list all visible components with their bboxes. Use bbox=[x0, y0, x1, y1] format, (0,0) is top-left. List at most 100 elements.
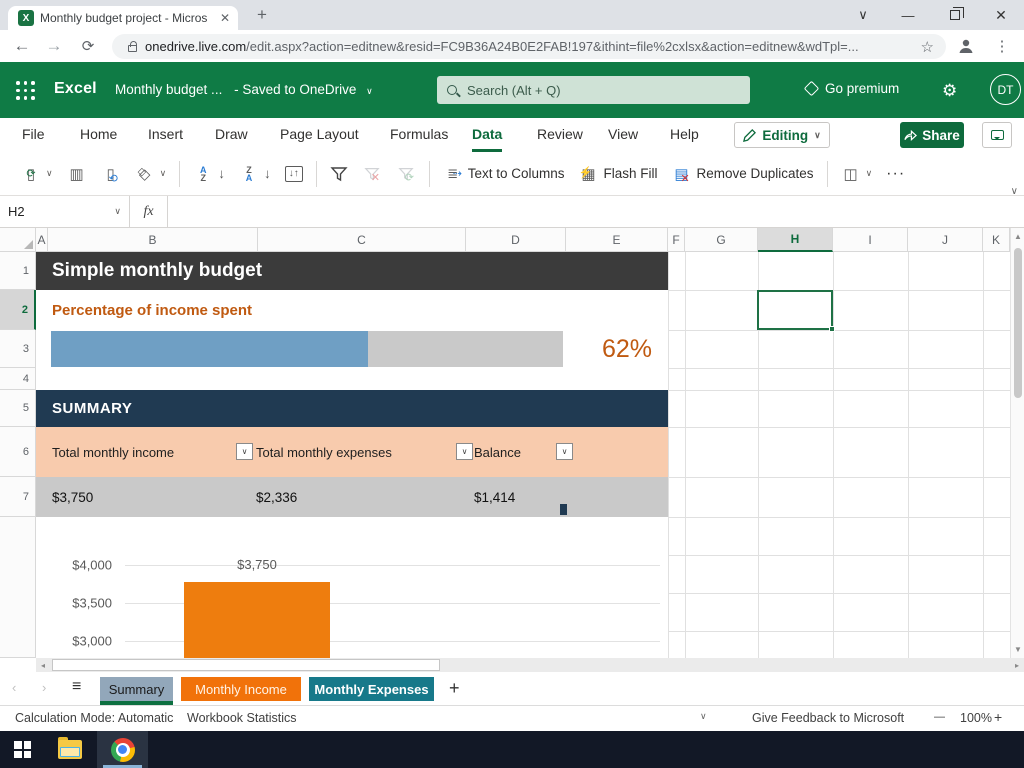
new-tab-button[interactable]: + bbox=[248, 0, 276, 30]
share-button[interactable]: Share bbox=[900, 122, 964, 148]
percentage-value-cell[interactable]: 62% bbox=[596, 330, 658, 368]
tab-file[interactable]: File bbox=[22, 118, 45, 152]
app-name[interactable]: Excel bbox=[54, 80, 97, 98]
document-title[interactable]: Monthly budget ... - Saved to OneDrive ∨ bbox=[115, 82, 373, 97]
give-feedback[interactable]: Give Feedback to Microsoft bbox=[752, 711, 904, 725]
tab-page-layout[interactable]: Page Layout bbox=[280, 118, 359, 152]
start-button[interactable] bbox=[14, 741, 31, 758]
zoom-out-icon[interactable]: — bbox=[934, 711, 945, 723]
workbook-links-button[interactable]: ▯ ⟲ bbox=[94, 157, 128, 191]
col-header-i[interactable]: I bbox=[833, 228, 908, 252]
value-income-cell[interactable]: $3,750 bbox=[52, 477, 93, 517]
row-header-6[interactable]: 6 bbox=[0, 427, 36, 477]
minimize-icon[interactable]: — bbox=[891, 0, 925, 30]
all-sheets-icon[interactable]: ≡ bbox=[72, 678, 81, 696]
zoom-in-icon[interactable]: + bbox=[994, 709, 1002, 725]
vertical-scroll-thumb[interactable] bbox=[1014, 248, 1022, 398]
col-header-j[interactable]: J bbox=[908, 228, 983, 252]
tab-data[interactable]: Data bbox=[472, 118, 503, 152]
summary-banner-cell[interactable]: SUMMARY bbox=[36, 390, 668, 427]
row-header-3[interactable]: 3 bbox=[0, 330, 36, 368]
next-sheet-icon[interactable]: › bbox=[42, 680, 46, 695]
fill-handle[interactable] bbox=[829, 326, 835, 332]
scroll-up-icon[interactable]: ▲ bbox=[1011, 232, 1024, 241]
flash-fill-button[interactable]: ▦ ⚡ Flash Fill bbox=[571, 157, 664, 191]
tab-search-icon[interactable]: ∨ bbox=[846, 0, 880, 30]
header-expenses-cell[interactable]: Total monthly expenses bbox=[256, 427, 392, 477]
refresh-all-button[interactable]: ▯ ⟳ ∨ bbox=[14, 157, 60, 191]
custom-sort-button[interactable]: ↓↑ bbox=[278, 157, 310, 191]
back-icon[interactable]: ← bbox=[8, 30, 36, 62]
tab-close-icon[interactable]: ✕ bbox=[220, 11, 230, 25]
text-to-columns-button[interactable]: ≣ ⇢ Text to Columns bbox=[436, 157, 572, 191]
reload-icon[interactable]: ⟳ bbox=[74, 30, 102, 62]
toolbar-overflow-button[interactable]: ··· bbox=[879, 157, 912, 191]
app-launcher-icon[interactable] bbox=[16, 81, 36, 101]
percentage-label-cell[interactable]: Percentage of income spent bbox=[52, 290, 252, 330]
tab-draw[interactable]: Draw bbox=[215, 118, 248, 152]
refresh-selection-button[interactable]: ◇ ◇ ∨ bbox=[128, 157, 174, 191]
comments-button[interactable] bbox=[982, 122, 1012, 148]
workbook-statistics[interactable]: Workbook Statistics bbox=[187, 711, 297, 725]
clear-filter-button[interactable]: ✕ bbox=[355, 157, 389, 191]
col-header-d[interactable]: D bbox=[466, 228, 566, 252]
col-header-h[interactable]: H bbox=[758, 228, 833, 252]
row-header-2[interactable]: 2 bbox=[0, 290, 36, 330]
col-header-a[interactable]: A bbox=[36, 228, 48, 252]
title-banner-cell[interactable]: Simple monthly budget bbox=[36, 252, 668, 290]
horizontal-scroll-thumb[interactable] bbox=[52, 659, 440, 671]
url-bar[interactable]: onedrive.live.com /edit.aspx?action=edit… bbox=[112, 34, 946, 59]
value-expenses-cell[interactable]: $2,336 bbox=[256, 477, 297, 517]
browser-tab[interactable]: X Monthly budget project - Micros ✕ bbox=[8, 6, 238, 30]
col-header-f[interactable]: F bbox=[668, 228, 685, 252]
tab-insert[interactable]: Insert bbox=[148, 118, 183, 152]
tab-view[interactable]: View bbox=[608, 118, 638, 152]
row-header-7[interactable]: 7 bbox=[0, 477, 36, 517]
tab-home[interactable]: Home bbox=[80, 118, 117, 152]
sort-ascending-button[interactable]: A Z ↓ bbox=[186, 157, 232, 191]
settings-gear-icon[interactable]: ⚙ bbox=[942, 81, 957, 101]
name-box[interactable]: H2 ∨ bbox=[0, 196, 130, 227]
add-sheet-button[interactable]: + bbox=[449, 678, 460, 699]
formula-input[interactable] bbox=[168, 196, 1024, 227]
chrome-taskbar-button[interactable] bbox=[97, 731, 148, 768]
horizontal-scrollbar[interactable]: ◂ ▸ bbox=[36, 658, 1024, 672]
scroll-down-icon[interactable]: ▼ bbox=[1011, 645, 1024, 654]
sheet-tab-monthly-income[interactable]: Monthly Income bbox=[181, 677, 301, 701]
insert-function-button[interactable]: fx bbox=[130, 196, 168, 227]
value-balance-cell[interactable]: $1,414 bbox=[474, 477, 515, 517]
sheet-tab-summary[interactable]: Summary bbox=[100, 677, 173, 705]
zoom-level[interactable]: 100% bbox=[960, 711, 992, 725]
vertical-scrollbar[interactable]: ▲ ▼ bbox=[1010, 228, 1024, 658]
embedded-bar-chart[interactable]: $4,000 $3,500 $3,000 $3,750 bbox=[36, 517, 668, 658]
filter-dropdown-balance[interactable]: ∨ bbox=[556, 443, 573, 460]
tab-help[interactable]: Help bbox=[670, 118, 699, 152]
row-header-4[interactable]: 4 bbox=[0, 368, 36, 390]
remove-duplicates-button[interactable]: ▤ ✕ Remove Duplicates bbox=[665, 157, 821, 191]
scroll-left-icon[interactable]: ◂ bbox=[36, 661, 50, 670]
close-window-icon[interactable]: ✕ bbox=[984, 0, 1018, 30]
bookmark-star-icon[interactable]: ☆ bbox=[921, 38, 934, 56]
sheet-tab-monthly-expenses[interactable]: Monthly Expenses bbox=[309, 677, 434, 701]
col-header-c[interactable]: C bbox=[258, 228, 466, 252]
filter-dropdown-income[interactable]: ∨ bbox=[236, 443, 253, 460]
col-header-k[interactable]: K bbox=[983, 228, 1010, 252]
filter-dropdown-expenses[interactable]: ∨ bbox=[456, 443, 473, 460]
row-header-1[interactable]: 1 bbox=[0, 252, 36, 290]
prev-sheet-icon[interactable]: ‹ bbox=[12, 680, 16, 695]
tab-formulas[interactable]: Formulas bbox=[390, 118, 448, 152]
account-avatar[interactable]: DT bbox=[990, 74, 1021, 105]
profile-avatar-icon[interactable] bbox=[952, 30, 980, 62]
reapply-filter-button[interactable]: ⟳ bbox=[389, 157, 423, 191]
col-header-g[interactable]: G bbox=[685, 228, 758, 252]
calc-mode[interactable]: Calculation Mode: Automatic bbox=[15, 711, 173, 725]
row-header-5[interactable]: 5 bbox=[0, 390, 36, 427]
filter-button[interactable] bbox=[323, 157, 355, 191]
scroll-right-icon[interactable]: ▸ bbox=[1010, 661, 1024, 670]
editing-mode-button[interactable]: Editing ∨ bbox=[734, 122, 830, 148]
outline-group-button[interactable]: ◫ ∨ bbox=[834, 157, 880, 191]
select-all-corner[interactable] bbox=[0, 228, 36, 252]
browser-menu-icon[interactable]: ⋮ bbox=[988, 30, 1016, 62]
header-income-cell[interactable]: Total monthly income bbox=[52, 427, 174, 477]
forward-icon[interactable]: → bbox=[40, 30, 68, 62]
